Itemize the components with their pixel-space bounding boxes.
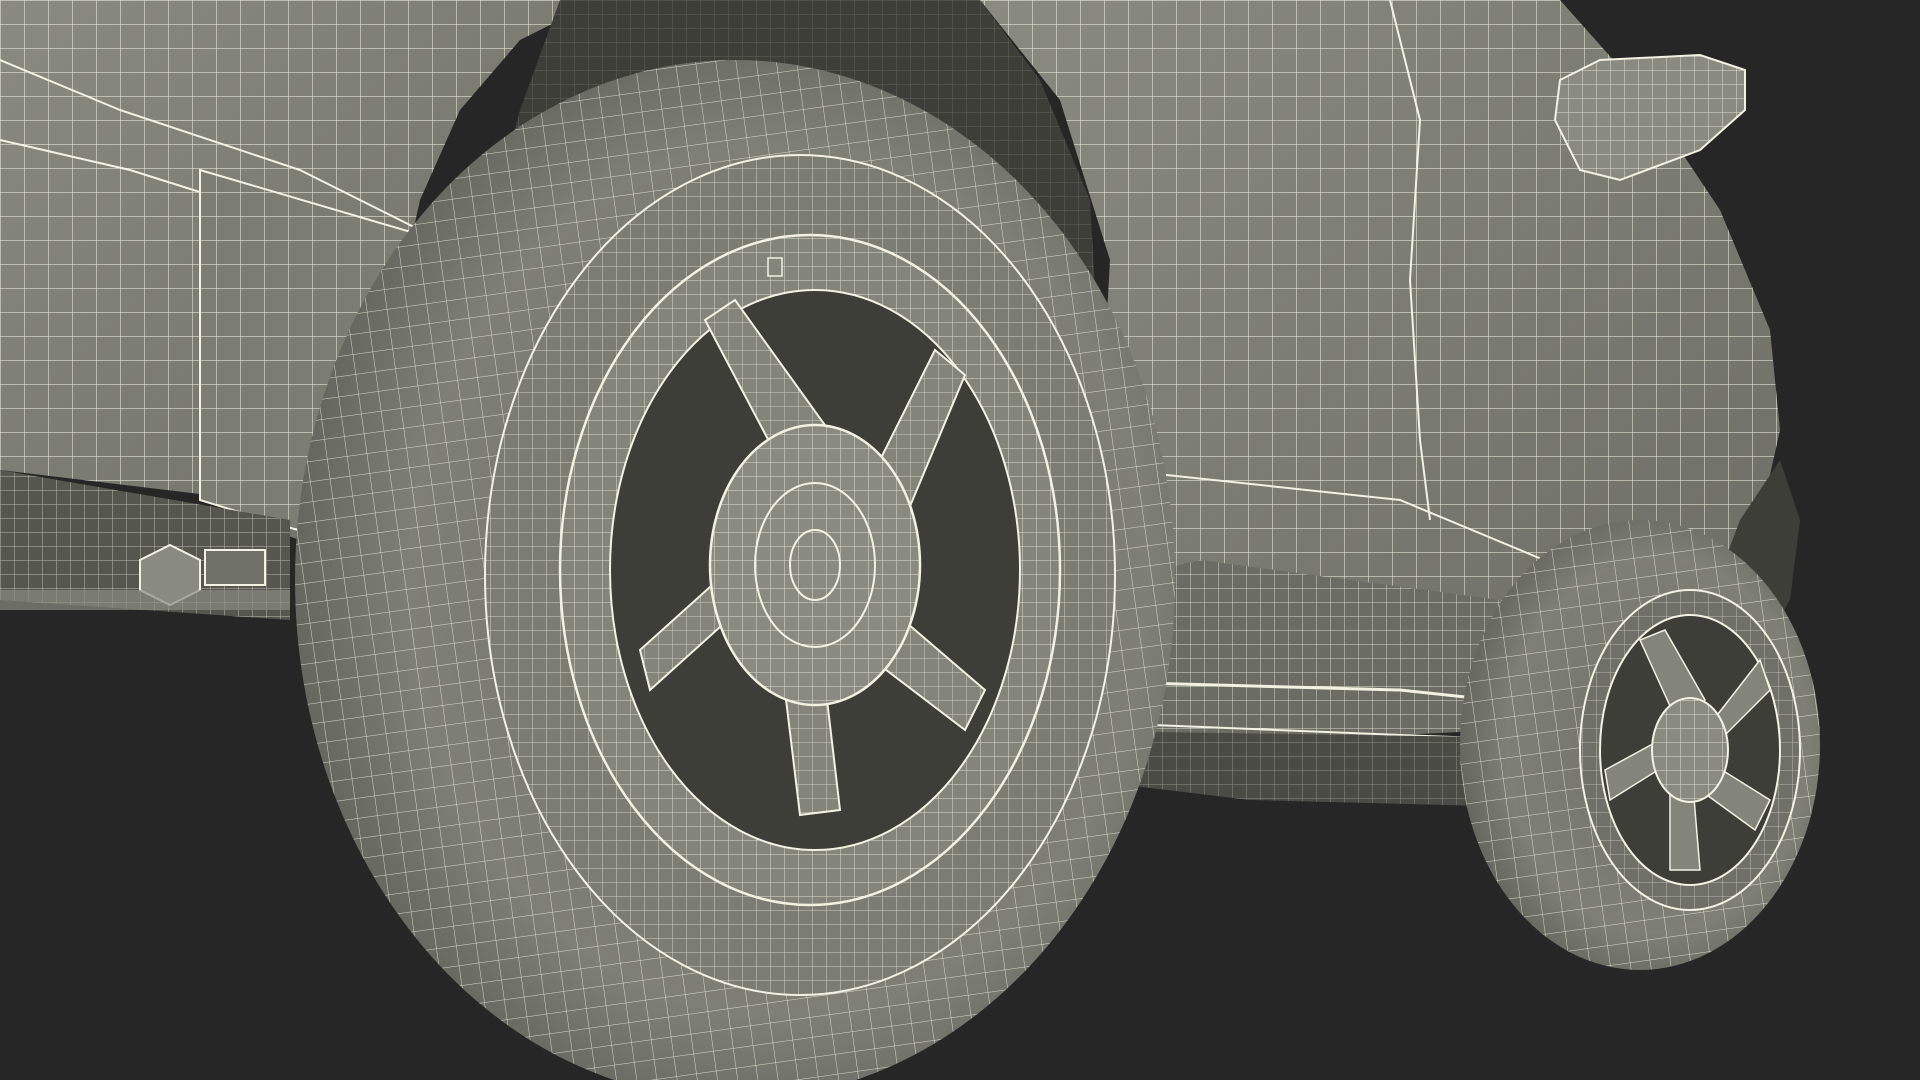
- render-viewport[interactable]: [0, 0, 1920, 1080]
- valve-stem: [767, 257, 783, 277]
- near-wheel: [295, 60, 1175, 1080]
- far-wheel: [1460, 520, 1820, 970]
- wireframe-car-render: [0, 0, 1920, 1080]
